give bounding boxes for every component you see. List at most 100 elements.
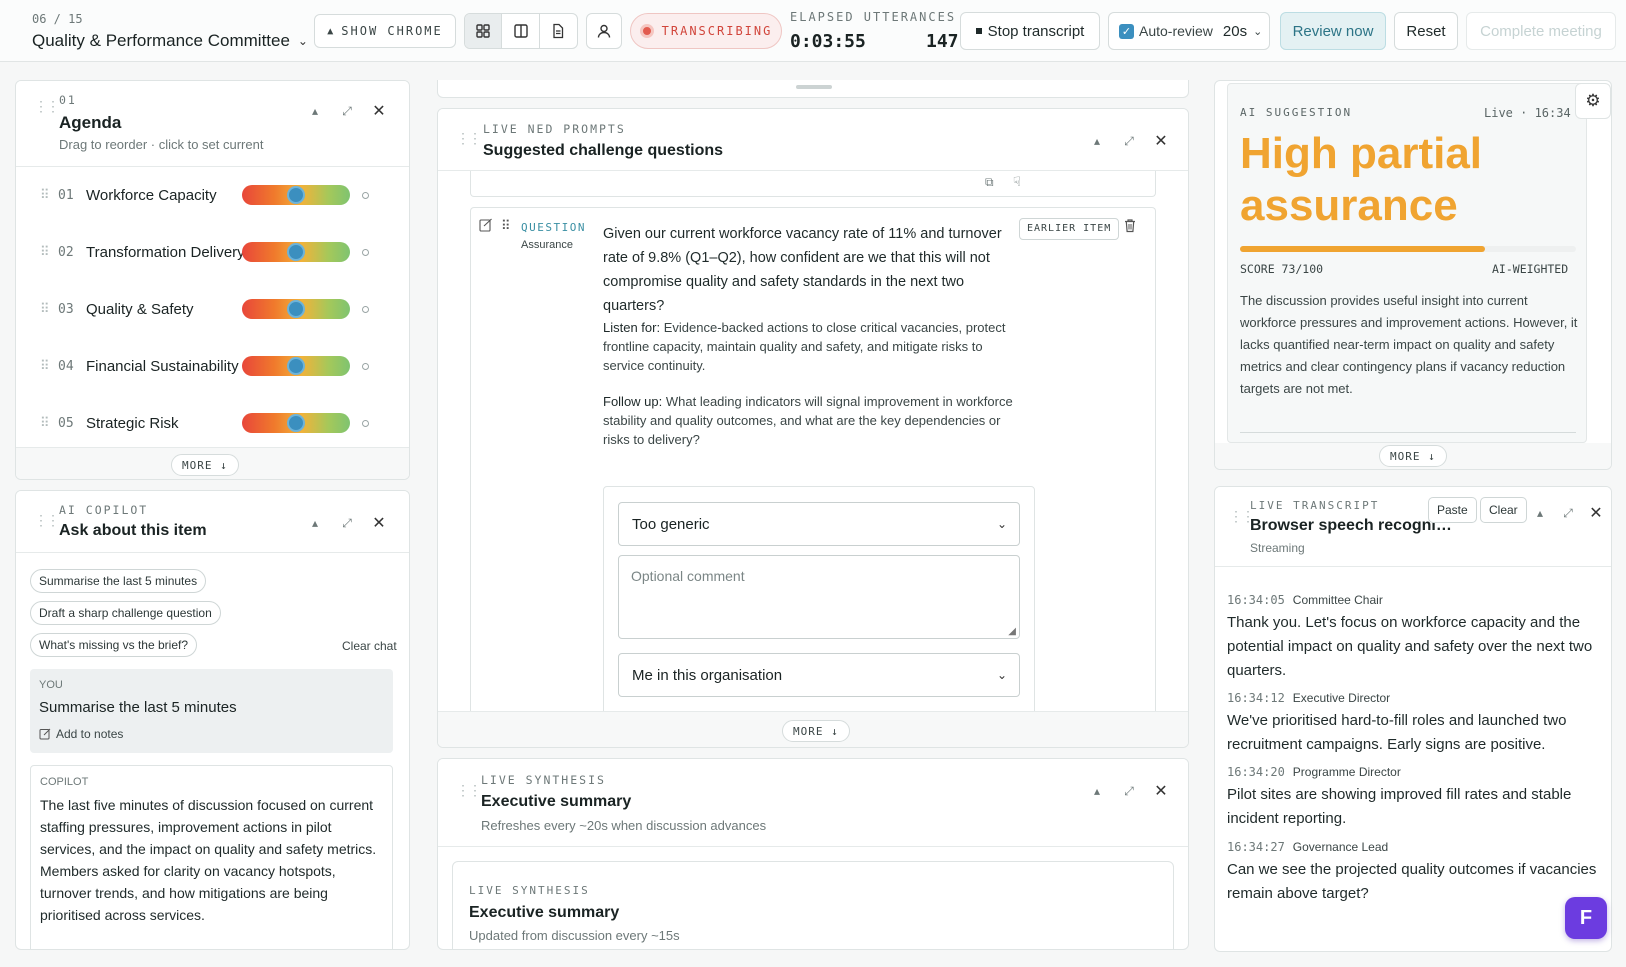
complete-meeting-button[interactable]: Complete meeting bbox=[1466, 12, 1616, 50]
assurance-slider[interactable] bbox=[242, 356, 350, 376]
slider-knob[interactable] bbox=[287, 186, 305, 204]
copilot-message: COPILOT The last five minutes of discuss… bbox=[30, 765, 393, 949]
follow-up-label: Follow up: bbox=[603, 394, 663, 409]
synthesis-card-eyebrow: LIVE SYNTHESIS bbox=[469, 884, 590, 897]
resize-handle-icon[interactable]: ◢ bbox=[1008, 626, 1016, 637]
close-icon[interactable]: ✕ bbox=[372, 513, 386, 533]
agenda-item[interactable]: ⠿ 05 Strategic Risk bbox=[16, 395, 394, 451]
thumbs-down-icon[interactable]: ☟ bbox=[1013, 174, 1021, 190]
expand-icon[interactable]: ⤢ bbox=[1561, 506, 1575, 521]
transcript-speaker: Programme Director bbox=[1292, 765, 1401, 779]
agenda-item-title: Workforce Capacity bbox=[86, 186, 217, 204]
collapse-icon[interactable]: ▴ bbox=[1090, 134, 1104, 148]
transcript-header: ⋮⋮ LIVE TRANSCRIPT Browser speech recogn… bbox=[1215, 487, 1611, 567]
drag-handle-icon[interactable]: ⋮⋮ bbox=[456, 783, 482, 797]
auto-review-checkbox[interactable]: ✓ bbox=[1119, 23, 1134, 39]
chevron-down-icon: ⌄ bbox=[1253, 25, 1263, 38]
copilot-header: ⋮⋮ AI COPILOT Ask about this item ▴ ⤢ ✕ bbox=[16, 491, 409, 553]
slider-knob[interactable] bbox=[287, 357, 305, 375]
suggestion-more-button[interactable]: MORE ↓ bbox=[1379, 445, 1447, 467]
collapse-icon[interactable]: ▴ bbox=[308, 516, 322, 530]
agenda-panel: ⋮⋮ 01 Agenda Drag to reorder · click to … bbox=[15, 80, 410, 480]
assistant-fab[interactable]: F bbox=[1565, 897, 1607, 939]
drag-handle-icon[interactable]: ⠿ bbox=[40, 358, 50, 374]
drag-handle-icon[interactable]: ⠿ bbox=[40, 415, 50, 431]
drag-handle-icon[interactable]: ⋮⋮ bbox=[34, 99, 60, 113]
transcript-list: 16:34:05 Committee Chair Thank you. Let's… bbox=[1215, 567, 1611, 951]
synthesis-card-title: Executive summary bbox=[469, 904, 620, 921]
elapsed-time: 0:03:55 bbox=[790, 31, 866, 52]
agenda-footer: MORE ↓ bbox=[16, 447, 409, 479]
auto-review-control[interactable]: ✓ Auto-review 20s ⌄ bbox=[1108, 12, 1270, 50]
expand-icon[interactable]: ⤢ bbox=[1122, 134, 1136, 149]
agenda-item[interactable]: ⠿ 01 Workforce Capacity bbox=[16, 167, 394, 223]
assurance-slider[interactable] bbox=[242, 242, 350, 262]
meeting-count: 06 / 15 bbox=[32, 12, 83, 26]
drag-handle-icon[interactable]: ⠿ bbox=[501, 218, 511, 234]
drag-handle-icon[interactable]: ⠿ bbox=[40, 301, 50, 317]
trash-icon[interactable] bbox=[1123, 218, 1137, 233]
show-chrome-button[interactable]: ▲ SHOW CHROME bbox=[314, 14, 456, 48]
close-icon[interactable]: ✕ bbox=[1589, 503, 1603, 523]
meeting-selector[interactable]: Quality & Performance Committee ⌄ bbox=[32, 31, 308, 51]
agenda-item[interactable]: ⠿ 04 Financial Sustainability bbox=[16, 338, 394, 394]
audience-select[interactable]: Me in this organisation ⌄ bbox=[618, 653, 1020, 697]
edit-icon[interactable] bbox=[479, 218, 493, 232]
drag-handle-icon[interactable]: ⠿ bbox=[40, 244, 50, 260]
slider-knob[interactable] bbox=[287, 243, 305, 261]
drag-handle-icon[interactable]: ⋮⋮ bbox=[456, 131, 482, 145]
clear-chat-link[interactable]: Clear chat bbox=[342, 639, 397, 653]
agenda-item[interactable]: ⠿ 02 Transformation Delivery bbox=[16, 224, 394, 280]
suggestion-settings-button[interactable]: ⚙ bbox=[1575, 83, 1611, 119]
feedback-reason-select[interactable]: Too generic ⌄ bbox=[618, 502, 1020, 546]
agenda-eyebrow: 01 bbox=[59, 93, 77, 107]
assurance-slider[interactable] bbox=[242, 413, 350, 433]
drag-handle-icon[interactable]: ⋮⋮ bbox=[34, 513, 60, 527]
clear-button[interactable]: Clear bbox=[1480, 497, 1527, 523]
slider-knob[interactable] bbox=[287, 414, 305, 432]
view-toggle-group bbox=[464, 13, 578, 49]
suggestion-chip[interactable]: What's missing vs the brief? bbox=[30, 633, 198, 657]
ai-weighted-label: AI-WEIGHTED bbox=[1492, 262, 1569, 276]
grid-view-button[interactable] bbox=[465, 14, 503, 48]
expand-icon[interactable]: ⤢ bbox=[340, 516, 354, 531]
review-now-button[interactable]: Review now bbox=[1280, 12, 1386, 50]
utterance-count: 147 bbox=[926, 31, 959, 52]
synthesis-eyebrow: LIVE SYNTHESIS bbox=[481, 773, 606, 787]
reset-button[interactable]: Reset bbox=[1394, 12, 1458, 50]
paste-button[interactable]: Paste bbox=[1428, 497, 1477, 523]
agenda-item-number: 03 bbox=[58, 301, 74, 317]
add-to-notes-button[interactable]: Add to notes bbox=[39, 727, 123, 741]
synthesis-panel: ⋮⋮ LIVE SYNTHESIS Executive summary Refr… bbox=[437, 758, 1189, 950]
split-view-button[interactable] bbox=[502, 14, 540, 48]
listen-for-label: Listen for: bbox=[603, 320, 661, 335]
drag-handle-icon[interactable]: ⠿ bbox=[40, 187, 50, 203]
scroll-handle[interactable] bbox=[796, 85, 832, 89]
expand-icon[interactable]: ⤢ bbox=[340, 104, 354, 119]
close-icon[interactable]: ✕ bbox=[1154, 781, 1168, 801]
close-icon[interactable]: ✕ bbox=[1154, 131, 1168, 151]
collapse-icon[interactable]: ▴ bbox=[308, 104, 322, 118]
agenda-more-button[interactable]: MORE ↓ bbox=[171, 454, 239, 476]
copy-icon[interactable]: ⧉ bbox=[985, 175, 994, 190]
agenda-item[interactable]: ⠿ 03 Quality & Safety bbox=[16, 281, 394, 337]
document-view-button[interactable] bbox=[540, 14, 577, 48]
collapse-icon[interactable]: ▴ bbox=[1090, 784, 1104, 798]
transcribing-status[interactable]: TRANSCRIBING bbox=[630, 13, 782, 49]
stop-transcript-button[interactable]: Stop transcript bbox=[960, 12, 1100, 50]
question-label: QUESTION bbox=[521, 221, 586, 234]
user-button[interactable] bbox=[586, 13, 622, 49]
close-icon[interactable]: ✕ bbox=[372, 101, 386, 121]
suggestion-chip[interactable]: Summarise the last 5 minutes bbox=[30, 569, 207, 593]
assurance-slider[interactable] bbox=[242, 185, 350, 205]
agenda-header: ⋮⋮ 01 Agenda Drag to reorder · click to … bbox=[16, 81, 409, 167]
comment-textarea[interactable]: Optional comment ◢ bbox=[618, 555, 1020, 639]
expand-icon[interactable]: ⤢ bbox=[1122, 784, 1136, 799]
ned-prompts-more-button[interactable]: MORE ↓ bbox=[782, 720, 850, 742]
transcript-time: 16:34:12 bbox=[1227, 691, 1285, 705]
assurance-slider[interactable] bbox=[242, 299, 350, 319]
suggestion-chip[interactable]: Draft a sharp challenge question bbox=[30, 601, 221, 625]
collapse-icon[interactable]: ▴ bbox=[1533, 506, 1547, 520]
slider-knob[interactable] bbox=[287, 300, 305, 318]
auto-review-interval[interactable]: 20s bbox=[1223, 23, 1247, 40]
